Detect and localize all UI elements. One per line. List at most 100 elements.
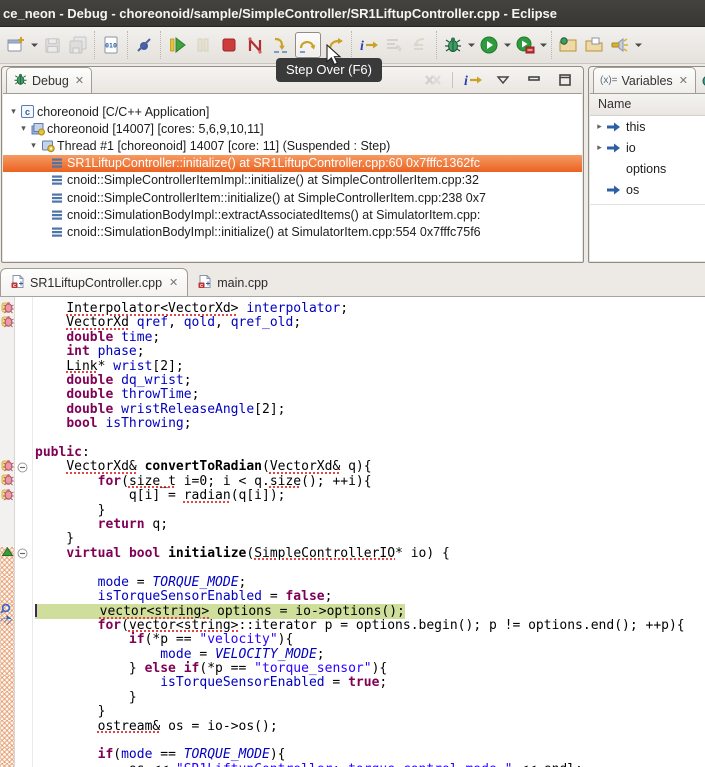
code-line[interactable]: virtual bool initialize(SimpleController… [0,547,705,561]
close-icon[interactable]: ✕ [167,276,178,289]
code-line[interactable] [0,561,705,575]
code-line[interactable]: for(size_t i=0; i < q.size(); ++i){ [0,475,705,489]
code-line[interactable] [0,734,705,748]
suspend-button[interactable] [191,33,215,57]
code-line[interactable]: mode = VELOCITY_MODE; [0,648,705,662]
run-dropdown[interactable] [502,33,512,57]
use-step-filters-button[interactable] [382,33,406,57]
annotation-cell[interactable] [0,432,14,447]
annotation-cell[interactable] [0,331,14,346]
code-line[interactable]: double time; [0,331,705,345]
code-line[interactable]: os << "SR1LiftupController: torque contr… [0,763,705,767]
method-range-indicator[interactable] [0,748,14,763]
annotation-cell[interactable] [0,403,14,418]
code-line[interactable]: for(vector<string>::iterator p = options… [0,619,705,633]
code-line[interactable]: mode = TORQUE_MODE; [0,576,705,590]
method-range-indicator[interactable] [0,648,14,663]
minimize-button[interactable] [523,69,545,91]
code-line[interactable]: int phase; [0,345,705,359]
method-range-indicator[interactable] [0,633,14,648]
skip-all-breakpoints-button[interactable] [132,33,156,57]
annotation-cell[interactable] [0,316,14,331]
binary-editor-button[interactable]: 010 [99,33,123,57]
code-line[interactable]: if(*p == "velocity"){ [0,633,705,647]
annotation-cell[interactable] [0,504,14,519]
variable-row[interactable]: os [590,179,705,200]
instruction-stepping-mode-button[interactable]: i [461,69,483,91]
method-range-indicator[interactable] [0,734,14,749]
variable-row[interactable]: ▸this [590,116,705,137]
expander-icon[interactable]: ▾ [17,123,30,134]
method-range-indicator[interactable] [0,720,14,735]
search-flashlight-button[interactable] [608,33,632,57]
method-range-indicator[interactable] [0,691,14,706]
expander-icon[interactable]: ▸ [593,142,606,153]
close-icon[interactable]: ✕ [73,74,84,87]
variable-row[interactable]: options [590,158,705,179]
save-button[interactable] [40,33,64,57]
code-line[interactable]: isTorqueSensorEnabled = false; [0,590,705,604]
code-line[interactable]: Link* wrist[2]; [0,360,705,374]
open-folder-button[interactable] [582,33,606,57]
stack-frame-row[interactable]: SR1LiftupController::initialize() at SR1… [3,155,582,172]
code-line[interactable]: public: [0,446,705,460]
method-range-indicator[interactable] [0,763,14,767]
annotation-cell[interactable] [0,388,14,403]
drop-to-frame-button[interactable] [408,33,432,57]
code-line[interactable]: double wristReleaseAngle[2]; [0,403,705,417]
run-button[interactable] [477,33,501,57]
debug-dropdown[interactable] [466,33,476,57]
annotation-cell[interactable] [0,532,14,547]
stack-frame-row[interactable]: cnoid::SimpleControllerItemImpl::initial… [3,172,582,189]
code-line[interactable]: if(mode == TORQUE_MODE){ [0,748,705,762]
variable-row[interactable]: ▸io [590,137,705,158]
code-line[interactable]: return q; [0,518,705,532]
new-button[interactable] [4,33,28,57]
view-menu-button[interactable] [492,69,514,91]
code-line[interactable]: } [0,504,705,518]
annotation-cell[interactable] [0,360,14,375]
annotation-cell[interactable] [0,489,14,504]
code-line[interactable]: ostream& os = io->os(); [0,720,705,734]
new-dropdown[interactable] [29,33,39,57]
tab-debug[interactable]: Debug ✕ [6,67,92,93]
open-project-folder-button[interactable] [556,33,580,57]
code-line[interactable]: vector<string> options = io->options(); [0,604,705,618]
code-line[interactable]: Interpolator<VectorXd> interpolator; [0,302,705,316]
tab-variables[interactable]: (x)= Variables ✕ [593,67,696,93]
annotation-cell[interactable] [0,518,14,533]
instruction-stepping-button[interactable]: i [356,33,380,57]
variables-name-header[interactable]: Name [590,94,705,116]
code-line[interactable]: } [0,691,705,705]
method-range-indicator[interactable] [0,619,14,634]
save-all-button[interactable] [66,33,90,57]
expander-icon[interactable]: ▸ [593,121,606,132]
terminate-button[interactable] [217,33,241,57]
stack-frame-row[interactable]: cnoid::SimpleControllerItem::initialize(… [3,189,582,206]
code-line[interactable] [0,432,705,446]
disconnect-button[interactable] [243,33,267,57]
code-editor[interactable]: Interpolator<VectorXd> interpolator; Vec… [0,297,705,767]
profile-button[interactable] [513,33,537,57]
debug-tree-row[interactable]: ▾cchoreonoid [C/C++ Application] [3,103,582,120]
method-range-indicator[interactable] [0,662,14,677]
remove-all-terminated-button[interactable] [422,69,444,91]
close-icon[interactable]: ✕ [677,74,688,87]
debug-tree-row[interactable]: ▾Thread #1 [choreonoid] 14007 [core: 11]… [3,137,582,154]
code-line[interactable]: q[i] = radian(q[i]); [0,489,705,503]
maximize-button[interactable] [554,69,576,91]
step-over-button[interactable] [295,32,321,58]
annotation-cell[interactable] [0,374,14,389]
code-line[interactable]: isTorqueSensorEnabled = true; [0,676,705,690]
annotation-cell[interactable] [0,345,14,360]
code-line[interactable]: } [0,532,705,546]
debug-button[interactable] [441,33,465,57]
search-flashlight-dropdown[interactable] [633,33,643,57]
code-line[interactable]: bool isThrowing; [0,417,705,431]
code-line[interactable]: } [0,705,705,719]
stack-frame-row[interactable]: cnoid::SimulationBodyImpl::initialize() … [3,223,582,240]
method-range-indicator[interactable] [0,576,14,591]
method-range-indicator[interactable] [0,547,14,562]
code-line[interactable]: double dq_wrist; [0,374,705,388]
profile-dropdown[interactable] [538,33,548,57]
